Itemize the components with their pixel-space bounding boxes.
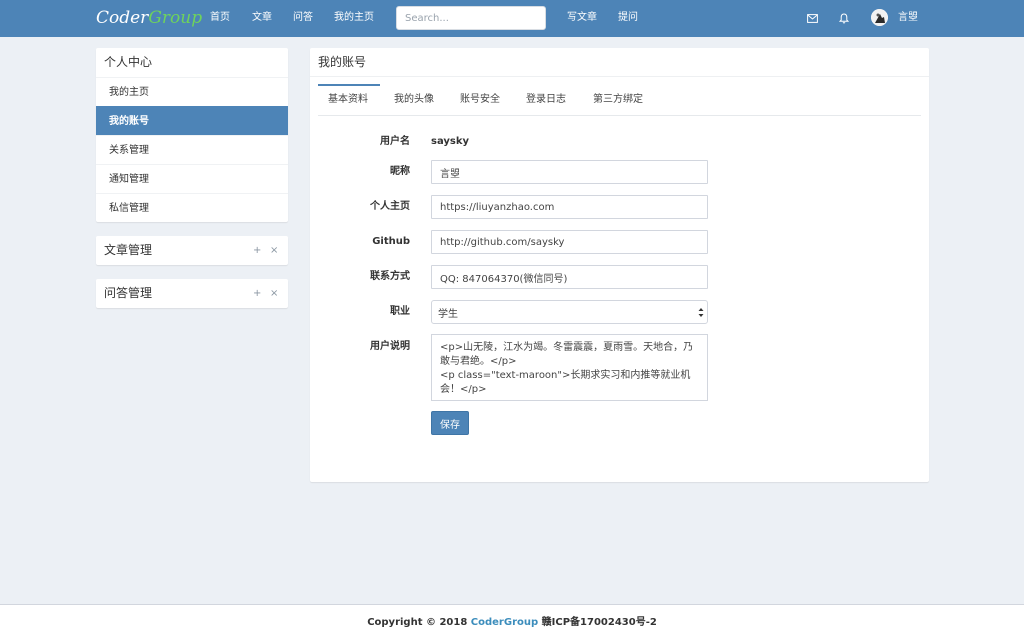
footer-prefix: Copyright © 2018 bbox=[367, 617, 471, 628]
tab-login-log[interactable]: 登录日志 bbox=[526, 93, 566, 106]
article-management-title: 文章管理 bbox=[104, 243, 153, 257]
sidebar-item-label: 我的账号 bbox=[109, 116, 149, 127]
sidebar-item-notifications[interactable]: 通知管理 bbox=[96, 164, 288, 193]
tab-avatar[interactable]: 我的头像 bbox=[394, 93, 434, 106]
sidebar-item-my-account[interactable]: 我的账号 bbox=[96, 106, 288, 135]
homepage-field[interactable]: https://liuyanzhao.com bbox=[431, 195, 708, 219]
nickname-field[interactable]: 言曌 bbox=[431, 160, 708, 184]
mail-icon[interactable] bbox=[804, 10, 820, 26]
brand-logo-part1: Coder bbox=[96, 8, 149, 28]
sidebar-item-label: 我的主页 bbox=[109, 87, 149, 98]
nav-my-homepage[interactable]: 我的主页 bbox=[334, 11, 374, 25]
save-button[interactable]: 保存 bbox=[431, 411, 469, 435]
personal-center-title: 个人中心 bbox=[104, 55, 153, 69]
avatar[interactable] bbox=[871, 9, 888, 26]
nav-articles[interactable]: 文章 bbox=[252, 11, 272, 25]
expand-icon[interactable]: + bbox=[253, 288, 261, 300]
footer-link[interactable]: CoderGroup bbox=[471, 617, 538, 628]
sidebar-item-my-homepage[interactable]: 我的主页 bbox=[96, 77, 288, 106]
sidebar-item-label: 通知管理 bbox=[109, 174, 149, 185]
github-label: Github bbox=[372, 236, 410, 247]
sidebar-item-label: 私信管理 bbox=[109, 203, 149, 214]
my-account-panel: 我的账号 基本资料 我的头像 账号安全 登录日志 第三方绑定 用户名 saysk… bbox=[310, 48, 929, 482]
sidebar-item-messages[interactable]: 私信管理 bbox=[96, 193, 288, 222]
brand-logo-part2: Group bbox=[148, 8, 203, 28]
username-label: 用户名 bbox=[380, 136, 410, 147]
job-label: 职业 bbox=[390, 306, 410, 317]
tab-third-party[interactable]: 第三方绑定 bbox=[593, 93, 643, 106]
nav-ask-question[interactable]: 提问 bbox=[618, 11, 638, 25]
search-input[interactable] bbox=[396, 6, 546, 30]
sidebar-item-relations[interactable]: 关系管理 bbox=[96, 135, 288, 164]
homepage-label: 个人主页 bbox=[370, 201, 410, 212]
tabs-divider bbox=[318, 115, 921, 116]
footer: Copyright © 2018 CoderGroup 赣ICP备1700243… bbox=[0, 604, 1024, 640]
bio-textarea[interactable]: <p>山无陵，江水为竭。冬雷震震，夏雨雪。天地合，乃敢与君绝。</p> <p c… bbox=[431, 334, 708, 401]
qa-management-panel[interactable]: 问答管理 + × bbox=[96, 279, 288, 308]
personal-center-panel: 个人中心 我的主页 我的账号 关系管理 通知管理 私信管理 bbox=[96, 48, 288, 222]
footer-copyright: Copyright © 2018 CoderGroup 赣ICP备1700243… bbox=[0, 616, 1024, 630]
tab-security[interactable]: 账号安全 bbox=[460, 93, 500, 106]
nav-home[interactable]: 首页 bbox=[210, 11, 230, 25]
job-select-value: 学生 bbox=[438, 308, 458, 320]
active-tab-indicator bbox=[318, 84, 380, 86]
expand-icon[interactable]: + bbox=[253, 245, 261, 257]
bell-icon[interactable] bbox=[836, 10, 852, 26]
contact-label: 联系方式 bbox=[370, 271, 410, 282]
close-icon[interactable]: × bbox=[270, 288, 278, 300]
github-field[interactable]: http://github.com/saysky bbox=[431, 230, 708, 254]
user-name[interactable]: 言曌 bbox=[898, 11, 918, 25]
nav-questions[interactable]: 问答 bbox=[293, 11, 313, 25]
job-select[interactable]: 学生 bbox=[431, 300, 708, 324]
select-arrows-icon bbox=[698, 307, 704, 318]
nickname-label: 昵称 bbox=[390, 166, 410, 177]
sidebar-item-label: 关系管理 bbox=[109, 145, 149, 156]
article-management-panel[interactable]: 文章管理 + × bbox=[96, 236, 288, 265]
top-navbar: CoderGroup 首页 文章 问答 我的主页 写文章 提问 言曌 bbox=[0, 0, 1024, 37]
qa-management-title: 问答管理 bbox=[104, 286, 153, 300]
username-value: saysky bbox=[431, 136, 470, 147]
close-icon[interactable]: × bbox=[270, 245, 278, 257]
footer-suffix: 赣ICP备17002430号-2 bbox=[538, 617, 657, 628]
page-title: 我的账号 bbox=[318, 55, 367, 69]
brand-logo[interactable]: CoderGroup bbox=[96, 7, 202, 29]
contact-field[interactable]: QQ: 847064370(微信同号) bbox=[431, 265, 708, 289]
divider bbox=[310, 76, 929, 77]
tab-basic-info[interactable]: 基本资料 bbox=[328, 93, 368, 106]
nav-write-article[interactable]: 写文章 bbox=[567, 11, 597, 25]
bio-label: 用户说明 bbox=[370, 341, 410, 352]
